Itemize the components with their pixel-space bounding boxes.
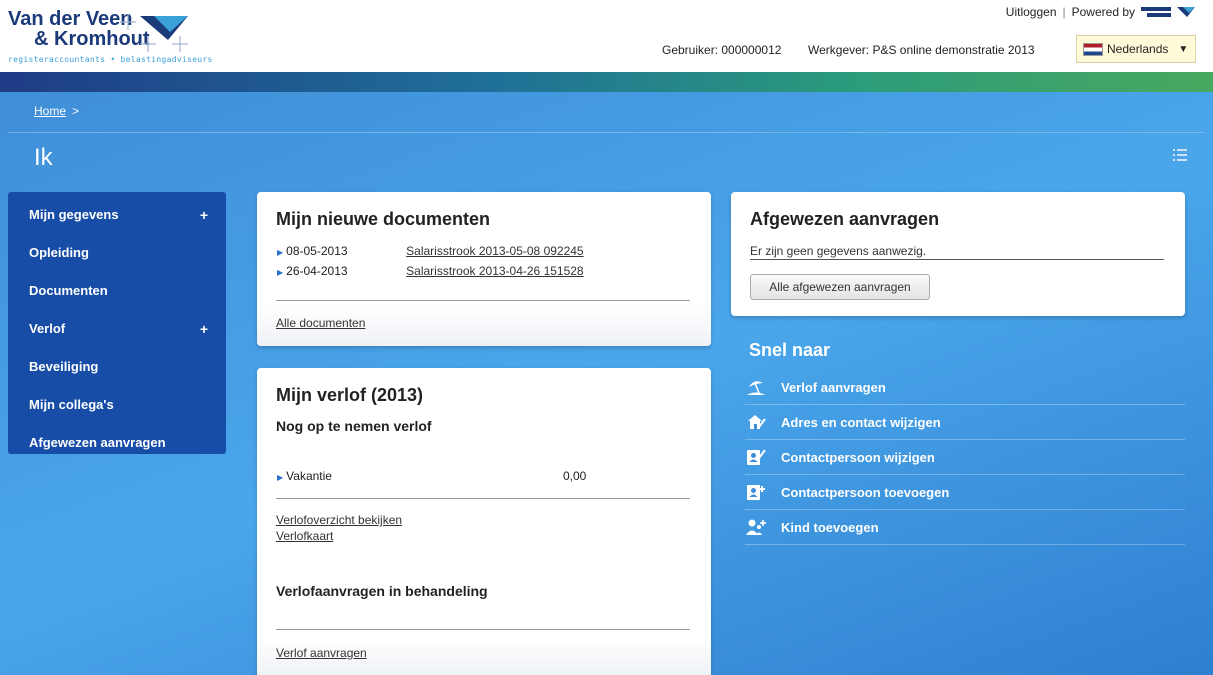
divider	[276, 629, 690, 630]
house-edit-icon	[748, 415, 766, 429]
page-title: Ik	[34, 144, 53, 171]
breadcrumb: Home >	[34, 104, 79, 118]
quick-link-contactpersoon-wijzigen[interactable]: Contactpersoon wijzigen	[745, 440, 1185, 475]
document-link[interactable]: Salarisstrook 2013-04-26 151528	[406, 264, 583, 278]
quick-link-label: Adres en contact wijzigen	[781, 414, 941, 430]
leave-title: Mijn verlof (2013)	[276, 385, 424, 405]
sidebar-item-label: Mijn collega's	[29, 397, 114, 412]
document-link[interactable]: Salarisstrook 2013-05-08 092245	[406, 244, 583, 258]
expand-icon[interactable]: +	[200, 196, 208, 234]
documents-panel: Mijn nieuwe documenten ▶ 08-05-2013 Salari…	[257, 192, 711, 346]
quick-link-label: Kind toevoegen	[781, 519, 879, 535]
child-add-icon	[746, 519, 766, 535]
divider	[276, 300, 690, 301]
sidebar-item-afgewezen-aanvragen[interactable]: Afgewezen aanvragen	[8, 424, 226, 462]
pending-leave-title: Verlofaanvragen in behandeling	[276, 583, 488, 599]
contact-edit-icon	[747, 449, 766, 465]
company-logo[interactable]: Van der Veen & Kromhout registeraccounta…	[8, 8, 238, 68]
language-label: Nederlands	[1107, 42, 1169, 56]
documents-title: Mijn nieuwe documenten	[276, 209, 491, 229]
request-leave-link[interactable]: Verlof aanvragen	[276, 646, 367, 660]
header-band	[0, 72, 1213, 92]
quick-link-label: Verlof aanvragen	[781, 379, 886, 395]
leave-type-label: Vakantie	[286, 469, 332, 483]
logo-mark-icon	[120, 14, 188, 52]
divider	[750, 259, 1164, 260]
top-links: Uitloggen | Powered by	[1006, 5, 1195, 19]
user-info: Gebruiker: 000000012	[662, 43, 782, 57]
logout-link[interactable]: Uitloggen	[1006, 5, 1057, 19]
leave-card-link[interactable]: Verlofkaart	[276, 529, 333, 543]
sidebar-item-mijn-collegas[interactable]: Mijn collega's	[8, 386, 226, 424]
all-documents-link[interactable]: Alle documenten	[276, 316, 365, 330]
rejected-title: Afgewezen aanvragen	[750, 209, 940, 229]
leave-balance: 0,00	[563, 469, 587, 483]
quick-link-label: Contactpersoon wijzigen	[781, 449, 935, 465]
quick-link-verlof-aanvragen[interactable]: Verlof aanvragen	[745, 370, 1185, 405]
expand-icon[interactable]: +	[200, 310, 208, 348]
mini-logo-icon	[1141, 7, 1195, 17]
sidebar-item-label: Mijn gegevens	[29, 207, 119, 222]
sidebar-item-opleiding[interactable]: Opleiding	[8, 234, 226, 272]
quick-link-kind-toevoegen[interactable]: Kind toevoegen	[745, 510, 1185, 545]
beach-umbrella-icon	[747, 381, 765, 395]
sidebar-item-verlof[interactable]: Verlof +	[8, 310, 226, 348]
sidebar-item-label: Opleiding	[29, 245, 89, 260]
sidebar: Mijn gegevens + Opleiding Documenten Verl…	[8, 192, 226, 454]
divider	[8, 132, 1205, 133]
sidebar-item-mijn-gegevens[interactable]: Mijn gegevens +	[8, 196, 226, 234]
quick-link-contactpersoon-toevoegen[interactable]: Contactpersoon toevoegen	[745, 475, 1185, 510]
breadcrumb-separator: >	[72, 104, 80, 118]
quick-link-label: Contactpersoon toevoegen	[781, 484, 950, 500]
quick-links-title: Snel naar	[749, 340, 831, 360]
language-select[interactable]: Nederlands ▼	[1076, 35, 1196, 63]
sidebar-item-label: Verlof	[29, 321, 66, 336]
main-area: Home > Ik Mijn gegevens + Opleiding Docume…	[0, 92, 1213, 675]
breadcrumb-home[interactable]: Home	[34, 104, 66, 118]
document-date: 26-04-2013	[286, 264, 348, 278]
header: Van der Veen & Kromhout registeraccounta…	[0, 0, 1213, 72]
sidebar-item-label: Beveiliging	[29, 359, 99, 374]
leave-overview-link[interactable]: Verlofoverzicht bekijken	[276, 513, 402, 527]
chevron-down-icon: ▼	[1178, 43, 1189, 55]
list-item: ▶ 26-04-2013 Salarisstrook 2013-04-26 1515…	[277, 264, 584, 278]
sidebar-item-label: Afgewezen aanvragen	[29, 435, 166, 450]
logo-subtitle: registeraccountants • belastingadviseurs	[8, 55, 213, 64]
quick-link-adres-wijzigen[interactable]: Adres en contact wijzigen	[745, 405, 1185, 440]
list-item: ▶ 08-05-2013 Salarisstrook 2013-05-08 0922…	[277, 244, 584, 258]
document-date: 08-05-2013	[286, 244, 348, 258]
bullet-arrow-icon: ▶	[277, 248, 284, 257]
all-rejected-button[interactable]: Alle afgewezen aanvragen	[750, 274, 930, 300]
dutch-flag-icon	[1083, 42, 1103, 56]
bullet-arrow-icon: ▶	[277, 473, 284, 482]
rejected-requests-panel: Afgewezen aanvragen Er zijn geen gegeven…	[731, 192, 1185, 316]
no-data-message: Er zijn geen gegevens aanwezig.	[750, 244, 927, 258]
list-view-icon[interactable]	[1173, 148, 1187, 162]
leave-subtitle: Nog op te nemen verlof	[276, 418, 432, 434]
powered-by-label: Powered by	[1071, 5, 1135, 19]
separator: |	[1062, 5, 1066, 19]
leave-panel: Mijn verlof (2013) Nog op te nemen verlo…	[257, 368, 711, 675]
sidebar-item-beveiliging[interactable]: Beveiliging	[8, 348, 226, 386]
sidebar-item-documenten[interactable]: Documenten	[8, 272, 226, 310]
sidebar-item-label: Documenten	[29, 283, 108, 298]
divider	[276, 498, 690, 499]
bullet-arrow-icon: ▶	[277, 268, 284, 277]
leave-type: ▶ Vakantie	[277, 469, 332, 483]
contact-add-icon	[747, 485, 765, 500]
employer-info: Werkgever: P&S online demonstratie 2013	[808, 43, 1035, 57]
